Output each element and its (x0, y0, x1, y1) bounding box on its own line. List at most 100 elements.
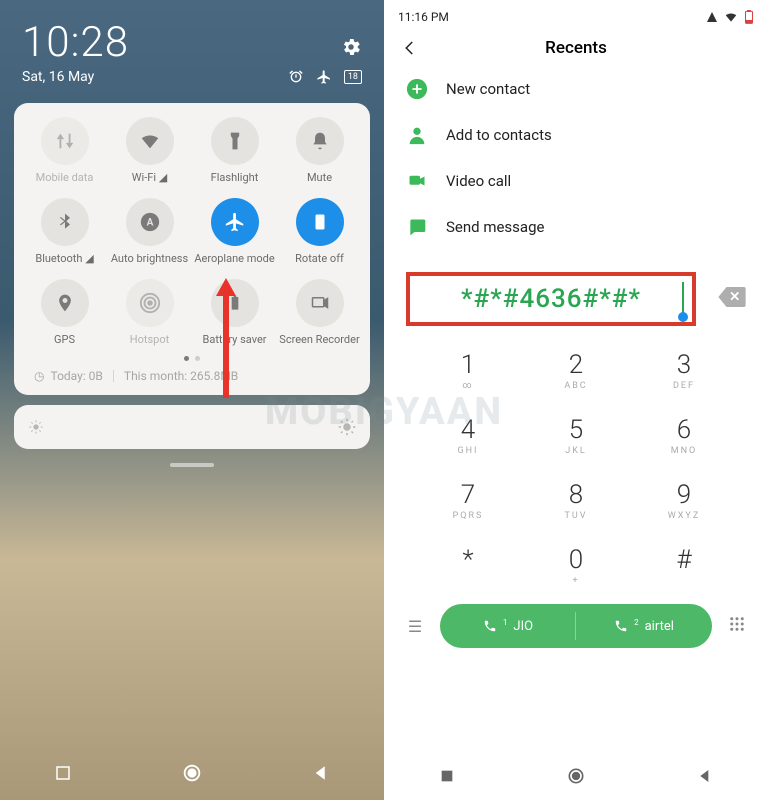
qs-tile-mute[interactable]: Mute (277, 117, 362, 184)
key-6[interactable]: 6MNO (630, 407, 738, 464)
key-number: 1 (414, 350, 522, 380)
signal-icon (706, 11, 718, 23)
menu-new-contact[interactable]: New contact (384, 66, 768, 112)
qs-tile-label: Bluetooth ◢ (35, 252, 93, 265)
key-*[interactable]: * (414, 537, 522, 594)
key-number: * (414, 545, 522, 575)
menu-video-call[interactable]: Video call (384, 158, 768, 204)
key-number: 5 (522, 415, 630, 445)
key-letters: + (522, 576, 630, 586)
back-button[interactable] (697, 768, 713, 784)
key-number: # (630, 545, 738, 575)
status-icons-right (706, 10, 754, 24)
phone-icon (614, 619, 628, 633)
aeroplane-mode-icon (211, 198, 259, 246)
qs-tile-label: GPS (54, 333, 75, 346)
key-number: 7 (414, 480, 522, 510)
menu-item-label: Add to contacts (446, 126, 552, 144)
qs-tile-battery-saver[interactable]: Battery saver (192, 279, 277, 346)
key-4[interactable]: 4GHI (414, 407, 522, 464)
qs-tile-mobile-data[interactable]: Mobile data (22, 117, 107, 184)
brightness-low-icon (28, 419, 44, 435)
wifi-icon (126, 117, 174, 165)
qs-tile-screen-recorder[interactable]: Screen Recorder (277, 279, 362, 346)
key-letters: JKL (522, 446, 630, 456)
brightness-high-icon (338, 418, 356, 436)
menu-send-message[interactable]: Send message (384, 204, 768, 250)
home-button[interactable] (181, 762, 203, 784)
menu-item-label: New contact (446, 80, 530, 98)
status-time: 11:16 PM (398, 10, 449, 24)
gear-icon[interactable] (340, 36, 362, 58)
recents-button[interactable] (54, 764, 72, 782)
menu-item-label: Send message (446, 218, 544, 236)
send-message-icon (406, 216, 428, 238)
airplane-icon (316, 69, 332, 85)
key-letters: PQRS (414, 511, 522, 521)
key-#[interactable]: # (630, 537, 738, 594)
flashlight-icon (211, 117, 259, 165)
mobile-data-icon (41, 117, 89, 165)
mute-icon (296, 117, 344, 165)
hotspot-icon (126, 279, 174, 327)
qs-tile-auto-brightness[interactable]: AAuto brightness (107, 198, 192, 265)
key-9[interactable]: 9WXYZ (630, 472, 738, 529)
bluetooth-icon (41, 198, 89, 246)
brightness-slider[interactable] (14, 405, 370, 449)
clock-date: Sat, 16 May (22, 69, 94, 85)
recents-button[interactable] (439, 768, 455, 784)
svg-text:A: A (146, 218, 153, 229)
quick-settings-card: Mobile data Wi-Fi ◢Flashlight Mute Bluetoot… (14, 103, 370, 395)
qs-tile-rotate-off[interactable]: Rotate off (277, 198, 362, 265)
new-contact-icon (406, 78, 428, 100)
key-number: 3 (630, 350, 738, 380)
nav-bar-left (0, 762, 384, 784)
key-number: 9 (630, 480, 738, 510)
qs-tile-label: Hotspot (130, 333, 169, 346)
qs-tile-gps[interactable]: GPS (22, 279, 107, 346)
qs-tile-bluetooth[interactable]: Bluetooth ◢ (22, 198, 107, 265)
qs-tile-flashlight[interactable]: Flashlight (192, 117, 277, 184)
quick-settings-screenshot: 10:28 Sat, 16 May 18 Mobile dataWi-Fi ◢F… (0, 0, 384, 800)
battery-saver-icon (211, 279, 259, 327)
dial-input[interactable]: *#*#4636#*#* (406, 272, 696, 326)
key-letters: TUV (522, 511, 630, 521)
key-3[interactable]: 3DEF (630, 342, 738, 399)
qs-tile-aeroplane-mode[interactable]: Aeroplane mode (192, 198, 277, 265)
qs-tile-label: Rotate off (295, 252, 344, 265)
call-sim2-button[interactable]: 2 airtel (576, 604, 712, 648)
key-number: 6 (630, 415, 738, 445)
backspace-button[interactable] (718, 287, 746, 311)
key-5[interactable]: 5JKL (522, 407, 630, 464)
key-letters: DEF (630, 381, 738, 391)
phone-icon (483, 619, 497, 633)
qs-tile-hotspot[interactable]: Hotspot (107, 279, 192, 346)
call-sim1-button[interactable]: 1 JIO (440, 604, 576, 648)
qs-tile-label: Mute (307, 171, 332, 184)
alarm-icon (288, 69, 304, 85)
key-2[interactable]: 2ABC (522, 342, 630, 399)
gps-icon (41, 279, 89, 327)
menu-add-to-contacts[interactable]: Add to contacts (384, 112, 768, 158)
drag-handle[interactable] (170, 463, 214, 467)
dialpad-toggle-button[interactable] (722, 615, 752, 637)
key-7[interactable]: 7PQRS (414, 472, 522, 529)
key-letters: WXYZ (630, 511, 738, 521)
menu-item-label: Video call (446, 172, 511, 190)
qs-tile-wifi[interactable]: Wi-Fi ◢ (107, 117, 192, 184)
data-today: Today: 0B (50, 369, 102, 383)
sim1-label: JIO (513, 619, 533, 634)
battery-icon: 18 (344, 70, 362, 84)
key-letters: MNO (630, 446, 738, 456)
key-1[interactable]: 1∞ (414, 342, 522, 399)
back-button[interactable] (398, 39, 422, 57)
wifi-icon (724, 10, 738, 24)
back-button[interactable] (312, 764, 330, 782)
menu-button[interactable]: ☰ (400, 617, 430, 636)
key-number: 2 (522, 350, 630, 380)
key-8[interactable]: 8TUV (522, 472, 630, 529)
qs-tile-label: Aeroplane mode (194, 252, 274, 265)
home-button[interactable] (566, 766, 586, 786)
key-0[interactable]: 0+ (522, 537, 630, 594)
qs-tile-label: Mobile data (36, 171, 94, 184)
